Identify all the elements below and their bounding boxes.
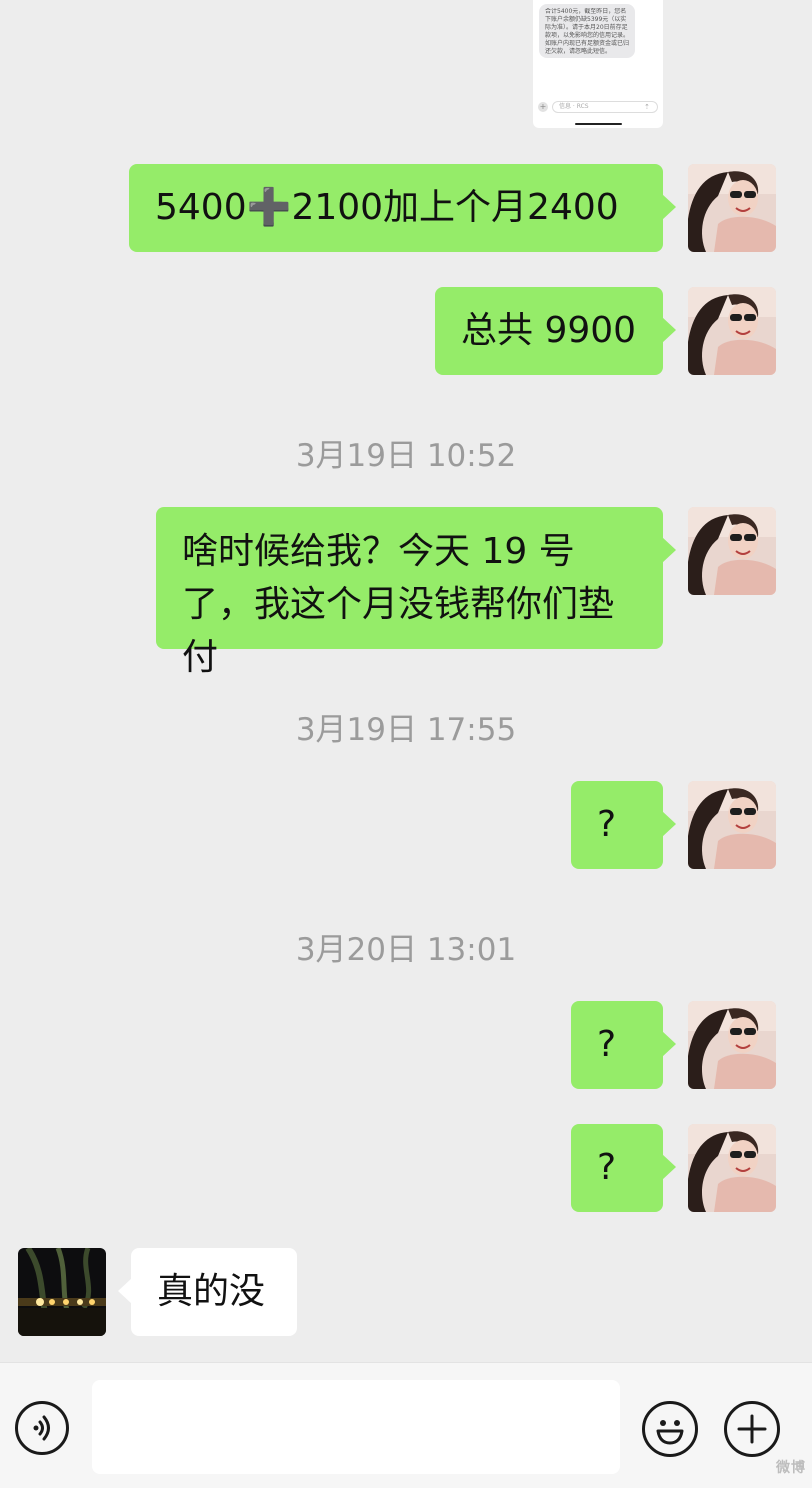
message-text: 5400➕2100加上个月2400 [155, 187, 619, 228]
woman-avatar-icon [688, 1124, 776, 1212]
voice-icon[interactable] [15, 1401, 69, 1455]
message-bubble[interactable]: ? [571, 1001, 676, 1089]
message-text: 总共 9900 [461, 310, 637, 351]
woman-avatar-icon [688, 1001, 776, 1089]
message-bubble[interactable]: 总共 9900 [435, 287, 676, 375]
message-row: ? [0, 1001, 812, 1089]
message-row: ? [0, 1124, 812, 1212]
message-bubble[interactable]: 真的没 [118, 1248, 297, 1336]
message-text: 真的没 [157, 1271, 266, 1312]
sms-bubble: 合计5400元，截至昨日，您名下账户余额仍缺5399元（以实际为准）。请于本月2… [539, 4, 635, 58]
message-row: 总共 9900 [0, 287, 812, 375]
sms-input-placeholder: 信息 · RCS [552, 101, 658, 113]
message-row: 啥时候给我？今天 19 号了，我这个月没钱帮你们垫付 [0, 507, 812, 678]
woman-avatar-icon [688, 781, 776, 869]
woman-avatar-icon [688, 164, 776, 252]
my-avatar[interactable] [688, 164, 776, 252]
message-row: 5400➕2100加上个月2400 [0, 164, 812, 252]
message-text: ? [597, 1024, 617, 1065]
timestamp: 3月19日 10:52 [295, 438, 517, 474]
woman-avatar-icon [688, 287, 776, 375]
input-toolbar: 微博 [0, 1362, 812, 1488]
sms-input-row: + 信息 · RCS ⇡ [538, 101, 658, 115]
my-avatar[interactable] [688, 781, 776, 869]
contact-avatar[interactable] [18, 1248, 106, 1336]
my-avatar[interactable] [688, 287, 776, 375]
quoted-sms-screenshot[interactable]: 合计5400元，截至昨日，您名下账户余额仍缺5399元（以实际为准）。请于本月2… [533, 0, 663, 128]
timestamp: 3月20日 13:01 [295, 932, 517, 968]
message-bubble[interactable]: ? [571, 1124, 676, 1212]
message-bubble[interactable]: ? [571, 781, 676, 869]
emoji-icon[interactable] [642, 1401, 698, 1457]
sms-text: 合计5400元，截至昨日，您名下账户余额仍缺5399元（以实际为准）。请于本月2… [545, 8, 629, 55]
my-avatar[interactable] [688, 507, 776, 595]
message-text: 啥时候给我？今天 19 号了，我这个月没钱帮你们垫付 [182, 531, 615, 678]
timestamp: 3月19日 17:55 [295, 712, 517, 748]
message-row: 真的没 [0, 1248, 812, 1336]
message-row: ? [0, 781, 812, 869]
message-text: ? [597, 804, 617, 845]
send-icon: ⇡ [644, 103, 650, 111]
message-bubble[interactable]: 啥时候给我？今天 19 号了，我这个月没钱帮你们垫付 [156, 507, 676, 678]
message-text: ? [597, 1147, 617, 1188]
message-input[interactable] [92, 1380, 620, 1474]
night-scene-avatar-icon [18, 1248, 106, 1336]
my-avatar[interactable] [688, 1124, 776, 1212]
watermark: 微博 [776, 1460, 806, 1476]
plus-icon[interactable] [724, 1401, 780, 1457]
plus-icon: + [538, 102, 548, 112]
home-indicator [575, 123, 622, 125]
my-avatar[interactable] [688, 1001, 776, 1089]
message-bubble[interactable]: 5400➕2100加上个月2400 [129, 164, 676, 252]
woman-avatar-icon [688, 507, 776, 595]
